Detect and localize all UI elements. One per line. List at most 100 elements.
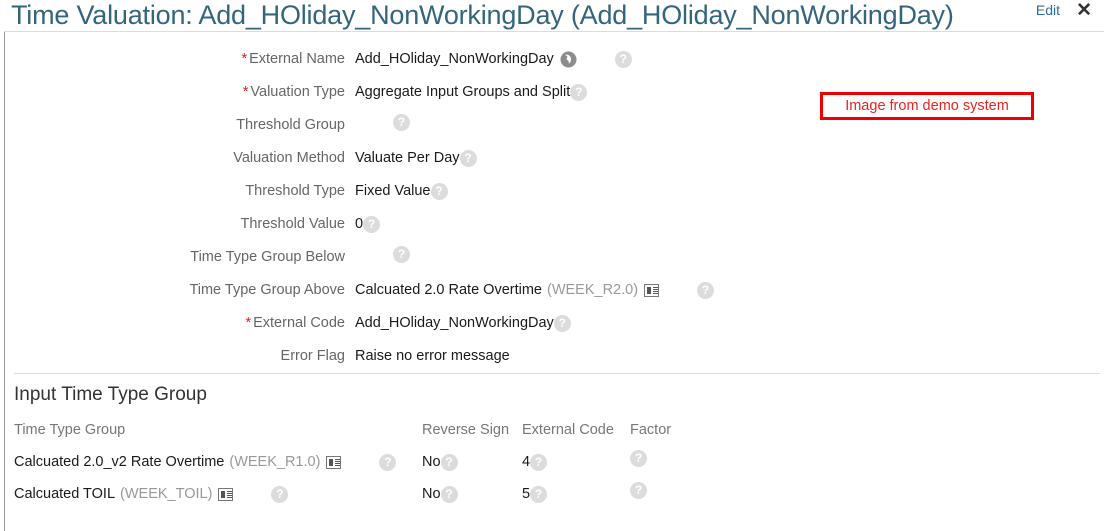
help-icon[interactable]: ? [393, 114, 410, 131]
form-label: Threshold Type [0, 180, 345, 202]
form-value: 0? [355, 213, 381, 235]
table-column-header: Factor [630, 422, 672, 438]
form-label-text: Time Type Group Above [189, 282, 345, 298]
table-row: Calcuated 2.0_v2 Rate Overtime (WEEK_R1.0… [14, 450, 1094, 482]
table-cell-factor: ? [630, 482, 647, 499]
reverse-sign-value: No [422, 486, 441, 502]
form-row: Threshold Value 0? [0, 213, 820, 246]
table-body: Calcuated 2.0_v2 Rate Overtime (WEEK_R1.0… [14, 450, 1094, 514]
help-icon[interactable]: ? [530, 453, 548, 471]
form-label: Time Type Group Below [0, 246, 345, 268]
form-label: * Valuation Type [0, 81, 345, 103]
form-label: * External Name [0, 48, 345, 70]
table-row: Calcuated TOIL (WEEK_TOIL)? No? 5?? [14, 482, 1094, 514]
form-label-text: Threshold Value [240, 216, 345, 232]
form-value-text: Raise no error message [355, 348, 510, 364]
record-card-icon[interactable] [218, 487, 234, 501]
table-cell-factor: ? [630, 450, 647, 467]
help-icon[interactable]: ? [379, 453, 397, 471]
form-row: * Valuation Type Aggregate Input Groups an… [0, 81, 820, 114]
required-marker: * [241, 51, 248, 67]
help-icon[interactable]: ? [459, 149, 477, 167]
close-icon[interactable]: ✕ [1076, 0, 1092, 22]
form-label-text: External Code [253, 315, 345, 331]
page-header: Time Valuation: Add_HOliday_NonWorkingDa… [0, 0, 1104, 32]
input-time-type-group-table: Time Type Group Reverse Sign External Code… [14, 418, 1094, 514]
form-value: Add_HOliday_NonWorkingDay? [355, 48, 632, 70]
help-icon[interactable]: ? [271, 485, 289, 503]
form-value: Raise no error message [355, 345, 510, 367]
form-label-text: Time Type Group Below [190, 249, 345, 265]
form-label: * External Code [0, 312, 345, 334]
table-cell-time-type-group: Calcuated 2.0_v2 Rate Overtime (WEEK_R1.0… [14, 450, 397, 474]
help-icon[interactable]: ? [614, 50, 632, 68]
help-icon[interactable]: ? [697, 281, 715, 299]
form-value-text: Fixed Value [355, 183, 431, 199]
edit-button[interactable]: Edit [1036, 2, 1060, 18]
demo-system-annotation: Image from demo system [820, 92, 1034, 120]
table-header-row: Time Type Group Reverse Sign External Code… [14, 418, 1094, 450]
help-icon[interactable]: ? [553, 314, 571, 332]
form-value: Fixed Value? [355, 180, 448, 202]
form-value: ? [355, 114, 410, 131]
form-row: Threshold Group? [0, 114, 820, 147]
table-cell-reverse-sign: No? [422, 450, 458, 474]
table-column-header: Reverse Sign [422, 422, 510, 438]
form-label-text: Threshold Type [245, 183, 345, 199]
form-value-text: Aggregate Input Groups and Split [355, 84, 571, 100]
help-icon[interactable]: ? [440, 453, 458, 471]
form-label: Time Type Group Above [0, 279, 345, 301]
external-code-value: 5 [522, 486, 531, 502]
record-card-icon[interactable] [326, 455, 342, 469]
time-type-group-code: (WEEK_TOIL) [120, 486, 213, 502]
record-card-icon[interactable] [644, 283, 660, 297]
globe-icon[interactable] [560, 51, 577, 68]
time-type-group-name: Calcuated 2.0_v2 Rate Overtime [14, 454, 225, 470]
help-icon[interactable]: ? [630, 450, 647, 467]
form-label-text: Threshold Group [236, 117, 345, 133]
detail-form: * External Name Add_HOliday_NonWorkingDay?… [0, 48, 820, 378]
help-icon[interactable]: ? [363, 215, 381, 233]
help-icon[interactable]: ? [440, 485, 458, 503]
form-value-text: Calcuated 2.0 Rate Overtime [355, 282, 542, 298]
form-row: Threshold Type Fixed Value? [0, 180, 820, 213]
form-label: Threshold Group [0, 114, 345, 136]
form-value: Valuate Per Day? [355, 147, 477, 169]
table-column-header: Time Type Group [14, 422, 126, 438]
external-code-value: 4 [522, 454, 531, 470]
form-value-text: Valuate Per Day [355, 150, 460, 166]
form-row: * External Code Add_HOliday_NonWorkingDay? [0, 312, 820, 345]
page-title: Time Valuation: Add_HOliday_NonWorkingDa… [11, 0, 954, 30]
form-value: Aggregate Input Groups and Split? [355, 81, 588, 103]
form-row: * External Name Add_HOliday_NonWorkingDay? [0, 48, 820, 81]
table-column-header: External Code [522, 422, 614, 438]
help-icon[interactable]: ? [570, 83, 588, 101]
form-label: Error Flag [0, 345, 345, 367]
form-label-text: Error Flag [280, 348, 345, 364]
form-value: Add_HOliday_NonWorkingDay? [355, 312, 571, 334]
time-type-group-code: (WEEK_R1.0) [229, 454, 321, 470]
form-label-text: Valuation Type [250, 84, 345, 100]
table-cell-time-type-group: Calcuated TOIL (WEEK_TOIL)? [14, 482, 289, 506]
form-label: Valuation Method [0, 147, 345, 169]
help-icon[interactable]: ? [630, 482, 647, 499]
time-type-group-name: Calcuated TOIL [14, 486, 116, 502]
form-value: Calcuated 2.0 Rate Overtime (WEEK_R2.0)? [355, 279, 715, 301]
help-icon[interactable]: ? [430, 182, 448, 200]
form-value-text: 0 [355, 216, 364, 232]
section-title: Input Time Type Group [14, 384, 207, 405]
form-label: Threshold Value [0, 213, 345, 235]
help-icon[interactable]: ? [393, 246, 410, 263]
reverse-sign-value: No [422, 454, 441, 470]
table-cell-reverse-sign: No? [422, 482, 458, 506]
required-marker: * [242, 84, 249, 100]
help-icon[interactable]: ? [530, 485, 548, 503]
form-value-code: (WEEK_R2.0) [546, 282, 639, 298]
form-value-text: Add_HOliday_NonWorkingDay [355, 315, 554, 331]
form-value: ? [355, 246, 410, 263]
form-label-text: Valuation Method [233, 150, 345, 166]
header-divider [4, 31, 1104, 32]
form-row: Time Type Group Below? [0, 246, 820, 279]
form-row: Valuation Method Valuate Per Day? [0, 147, 820, 180]
required-marker: * [245, 315, 252, 331]
